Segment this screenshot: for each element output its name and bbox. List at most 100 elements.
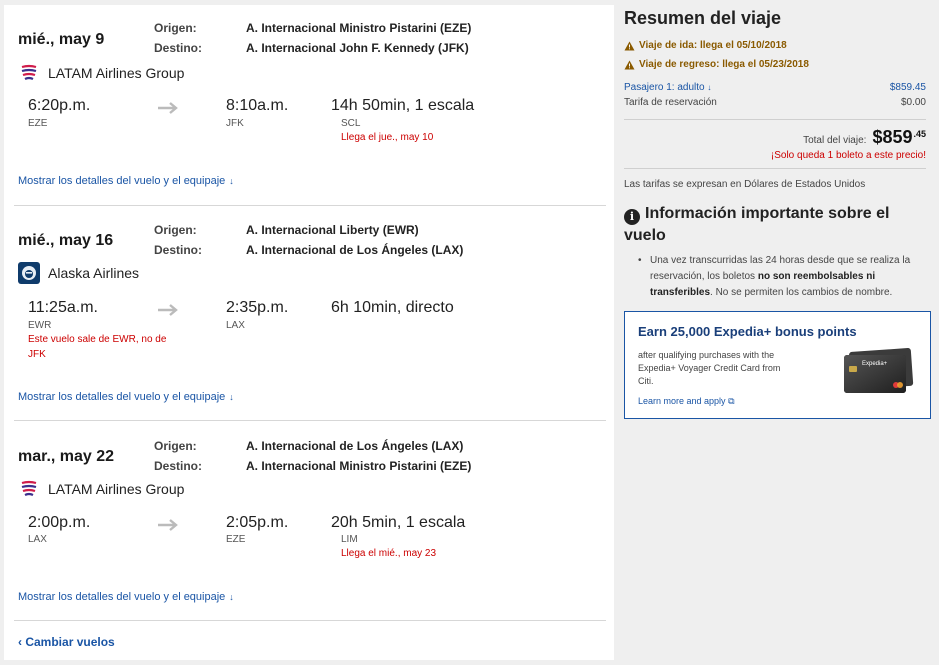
total-dollars: $859 (872, 127, 913, 147)
total-cents: .45 (913, 129, 926, 139)
bullet-icon: • (638, 255, 642, 266)
origin-airport: A. Internacional Liberty (EWR) (246, 223, 419, 237)
departure-note: Este vuelo sale de EWR, no de JFK (28, 334, 167, 360)
depart-time: 6:20p.m. (28, 97, 91, 114)
credit-card-image: Expedia+ (844, 348, 914, 393)
chevron-down-icon: ↓ (229, 176, 234, 186)
arrow-right-icon (158, 102, 178, 114)
show-details-label: Mostrar los detalles del vuelo y el equi… (18, 591, 226, 603)
destination-label: Destino: (154, 41, 202, 55)
policy-text-end: . No se permiten los cambios de nombre. (710, 287, 893, 298)
airline: LATAM Airlines Group (18, 478, 184, 500)
chevron-down-icon: ↓ (229, 592, 234, 602)
arrow-right-icon (158, 304, 178, 316)
destination-airport: A. Internacional de Los Ángeles (LAX) (246, 243, 464, 257)
destination-label: Destino: (154, 459, 202, 473)
depart-time: 2:00p.m. (28, 514, 91, 531)
trip-summary-panel: Resumen del viaje Viaje de ida: llega el… (616, 0, 939, 665)
origin-label: Origen: (154, 223, 197, 237)
arrive-code: LAX (226, 320, 245, 331)
destination-airport: A. Internacional John F. Kennedy (JFK) (246, 41, 469, 55)
external-link-icon: ⧉ (728, 396, 735, 406)
warning-icon (624, 41, 635, 50)
depart-code: LAX (28, 534, 47, 545)
airline-name: Alaska Airlines (48, 265, 140, 281)
currency-note: Las tarifas se expresan en Dólares de Es… (624, 179, 866, 190)
leg-divider (14, 205, 606, 206)
arrival-note: Llega el mié., may 23 (341, 548, 437, 559)
chevron-left-icon: ‹ (18, 635, 22, 649)
arrival-note: Llega el jue., may 10 (341, 132, 434, 143)
show-details-label: Mostrar los detalles del vuelo y el equi… (18, 391, 226, 403)
chevron-down-icon: ↓ (229, 392, 234, 402)
arrive-code: JFK (226, 118, 244, 129)
outbound-warning: Viaje de ida: llega el 05/10/2018 (624, 40, 787, 51)
leg-divider (14, 420, 606, 421)
latam-logo-icon (18, 62, 40, 84)
stop-code: SCL (341, 118, 361, 129)
arrive-time: 2:05p.m. (226, 514, 289, 531)
booking-fee-value: $0.00 (900, 97, 926, 108)
passenger-label: Pasajero 1: adulto (624, 82, 705, 93)
booking-fee-label: Tarifa de reservación (624, 97, 717, 108)
trip-total: Total del viaje: $859 .45 (803, 127, 926, 148)
arrive-code: EZE (226, 534, 246, 545)
expedia-promo-card: Earn 25,000 Expedia+ bonus points after … (624, 311, 931, 419)
flight-date: mié., may 9 (18, 31, 105, 48)
return-warning: Viaje de regreso: llega el 05/23/2018 (624, 59, 809, 70)
outbound-warning-text: Viaje de ida: llega el 05/10/2018 (639, 40, 787, 51)
alaska-logo-icon (18, 262, 40, 284)
arrive-time: 8:10a.m. (226, 97, 289, 114)
origin-label: Origen: (154, 439, 197, 453)
passenger-toggle[interactable]: Pasajero 1: adulto ↓ (624, 82, 711, 93)
warning-icon (624, 60, 635, 69)
passenger-price-row: Pasajero 1: adulto ↓ $859.45 (624, 82, 926, 93)
show-details-label: Mostrar los detalles del vuelo y el equi… (18, 175, 226, 187)
airline: Alaska Airlines (18, 262, 139, 284)
learn-more-label: Learn more and apply (638, 396, 726, 406)
summary-divider (624, 168, 926, 169)
flight-date: mar., may 22 (18, 448, 115, 465)
info-icon: i (624, 209, 640, 225)
airline-name: LATAM Airlines Group (48, 65, 185, 81)
depart-time: 11:25a.m. (28, 299, 98, 316)
depart-code: EZE (28, 118, 48, 129)
chevron-down-icon: ↓ (707, 83, 712, 92)
stop-code: LIM (341, 534, 358, 545)
destination-airport: A. Internacional Ministro Pistarini (EZE… (246, 459, 472, 473)
arrow-right-icon (158, 519, 178, 531)
depart-code: EWR (28, 320, 52, 331)
refund-policy-item: • Una vez transcurridas las 24 horas des… (638, 253, 926, 301)
airline: LATAM Airlines Group (18, 62, 184, 84)
change-flights-link[interactable]: ‹ Cambiar vuelos (18, 635, 115, 649)
show-details-link[interactable]: Mostrar los detalles del vuelo y el equi… (18, 175, 234, 187)
flight-list-panel: mié., may 9 Origen: A. Internacional Min… (4, 5, 614, 660)
origin-airport: A. Internacional de Los Ángeles (LAX) (246, 439, 464, 453)
flight-duration: 20h 5min, 1 escala (331, 514, 466, 531)
passenger-price: $859.45 (889, 82, 926, 93)
summary-title: Resumen del viaje (624, 8, 782, 28)
learn-more-link[interactable]: Learn more and apply ⧉ (638, 396, 735, 407)
change-flights-label: Cambiar vuelos (25, 635, 115, 649)
return-warning-text: Viaje de regreso: llega el 05/23/2018 (639, 59, 809, 70)
show-details-link[interactable]: Mostrar los detalles del vuelo y el equi… (18, 391, 234, 403)
promo-title: Earn 25,000 Expedia+ bonus points (638, 324, 857, 339)
arrive-time: 2:35p.m. (226, 299, 289, 316)
airline-name: LATAM Airlines Group (48, 481, 185, 497)
show-details-link[interactable]: Mostrar los detalles del vuelo y el equi… (18, 591, 234, 603)
flight-duration: 6h 10min, directo (331, 299, 454, 316)
total-label: Total del viaje: (803, 135, 867, 146)
leg-divider (14, 620, 606, 621)
flight-duration: 14h 50min, 1 escala (331, 97, 475, 114)
important-info-title: Información importante sobre el vuelo (624, 205, 890, 244)
promo-text: after qualifying purchases with the Expe… (638, 350, 781, 386)
origin-airport: A. Internacional Ministro Pistarini (EZE… (246, 21, 472, 35)
latam-logo-icon (18, 478, 40, 500)
scarcity-alert: ¡Solo queda 1 boleto a este precio! (770, 150, 926, 161)
card-brand-text: Expedia+ (862, 361, 888, 367)
important-info-heading: i Información importante sobre el vuelo (624, 203, 924, 247)
flight-date: mié., may 16 (18, 232, 114, 249)
booking-fee-row: Tarifa de reservación $0.00 (624, 97, 926, 108)
destination-label: Destino: (154, 243, 202, 257)
summary-divider (624, 119, 926, 120)
